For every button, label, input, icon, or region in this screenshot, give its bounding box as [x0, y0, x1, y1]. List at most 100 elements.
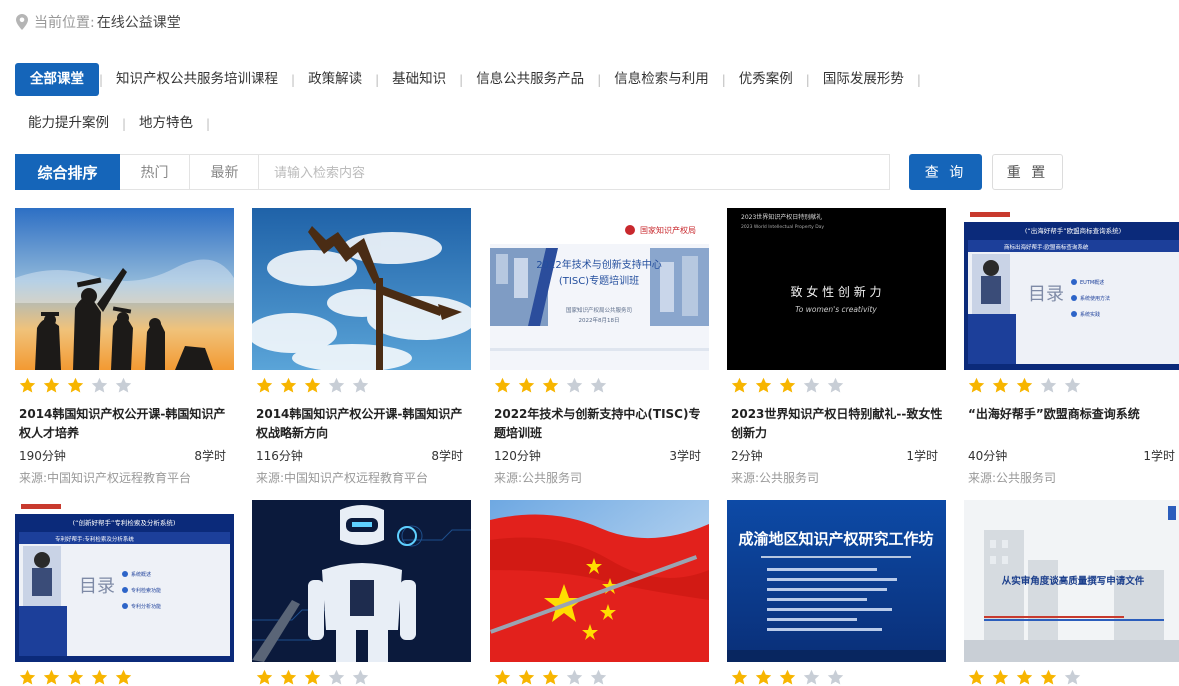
- course-card[interactable]: 2023世界知识产权日特别献礼 2023 World Intellectual …: [727, 208, 946, 486]
- query-button[interactable]: 查 询: [909, 154, 982, 190]
- star-empty-icon: [115, 377, 132, 393]
- course-hours: 1学时: [906, 449, 938, 463]
- course-card[interactable]: 从实审角度谈高质量撰写申请文件: [964, 500, 1179, 686]
- breadcrumb-current[interactable]: 在线公益课堂: [97, 12, 181, 32]
- course-thumbnail[interactable]: [490, 500, 709, 662]
- svg-text:致 女 性 创 新 力: 致 女 性 创 新 力: [790, 284, 881, 299]
- rating-stars: [727, 669, 946, 686]
- star-filled-icon: [67, 377, 84, 393]
- star-filled-icon: [280, 669, 297, 685]
- svg-text:To women's creativity: To women's creativity: [795, 305, 877, 314]
- course-thumbnail[interactable]: (“创新好帮手”专利检索及分析系统) 专利好帮手:专利检索及分析系统 目录 系统…: [15, 500, 234, 662]
- star-filled-icon: [67, 669, 84, 685]
- reset-button[interactable]: 重 置: [992, 154, 1063, 190]
- star-filled-icon: [992, 669, 1009, 685]
- sort-tab[interactable]: 热门: [120, 154, 190, 190]
- svg-text:EUTM概述: EUTM概述: [1080, 279, 1104, 286]
- course-title[interactable]: 2014韩国知识产权公开课-韩国知识产权人才培养: [15, 405, 234, 443]
- course-thumbnail[interactable]: [252, 208, 471, 370]
- star-empty-icon: [352, 669, 369, 685]
- course-thumbnail[interactable]: (“出海好帮手”欧盟商标查询系统) 商标出海好帮手:欧盟商标查询系统 目录 EU…: [964, 208, 1179, 370]
- course-card[interactable]: 2014韩国知识产权公开课-韩国知识产权人才培养 190分钟 8学时 来源:中国知识产…: [15, 208, 234, 486]
- svg-text:国家知识产权局: 国家知识产权局: [640, 225, 696, 235]
- star-filled-icon: [1016, 377, 1033, 393]
- star-filled-icon: [43, 669, 60, 685]
- course-card[interactable]: (“创新好帮手”专利检索及分析系统) 专利好帮手:专利检索及分析系统 目录 系统…: [15, 500, 234, 686]
- course-thumbnail[interactable]: 2023世界知识产权日特别献礼 2023 World Intellectual …: [727, 208, 946, 370]
- course-thumbnail[interactable]: 国家知识产权局 2022年技术与创新支持中心 (TISC)专题培训班 国家知识产…: [490, 208, 709, 370]
- course-thumbnail[interactable]: 从实审角度谈高质量撰写申请文件: [964, 500, 1179, 662]
- course-card[interactable]: (“出海好帮手”欧盟商标查询系统) 商标出海好帮手:欧盟商标查询系统 目录 EU…: [964, 208, 1179, 486]
- category-filter: 全部课堂 | 知识产权公共服务培训课程 | 政策解读 | 基础知识 | 信息公共服务产品 | 信息检…: [15, 63, 1075, 140]
- course-card[interactable]: [252, 500, 471, 686]
- star-empty-icon: [803, 669, 820, 685]
- category-tab[interactable]: 全部课堂: [15, 63, 99, 96]
- star-filled-icon: [779, 669, 796, 685]
- star-filled-icon: [731, 669, 748, 685]
- svg-text:2022年技术与创新支持中心: 2022年技术与创新支持中心: [536, 258, 661, 271]
- category-tab[interactable]: 信息检索与利用: [601, 63, 722, 96]
- course-card[interactable]: 成渝地区知识产权研究工作坊: [727, 500, 946, 686]
- category-tab[interactable]: 国际发展形势: [810, 63, 917, 96]
- star-filled-icon: [304, 377, 321, 393]
- course-thumbnail[interactable]: [15, 208, 234, 370]
- rating-stars: [252, 377, 471, 397]
- star-empty-icon: [827, 377, 844, 393]
- star-filled-icon: [494, 377, 511, 393]
- star-empty-icon: [566, 377, 583, 393]
- star-empty-icon: [827, 669, 844, 685]
- course-meta: 120分钟 3学时: [490, 447, 709, 464]
- course-hours: 1学时: [1143, 449, 1175, 463]
- star-empty-icon: [1040, 377, 1057, 393]
- category-tab[interactable]: 政策解读: [295, 63, 375, 96]
- rating-stars: [490, 669, 709, 686]
- star-empty-icon: [1064, 377, 1081, 393]
- rating-stars: [15, 669, 234, 686]
- star-empty-icon: [590, 669, 607, 685]
- course-card[interactable]: 国家知识产权局 2022年技术与创新支持中心 (TISC)专题培训班 国家知识产…: [490, 208, 709, 486]
- star-filled-icon: [19, 377, 36, 393]
- star-filled-icon: [968, 669, 985, 685]
- svg-text:从实审角度谈高质量撰写申请文件: 从实审角度谈高质量撰写申请文件: [1002, 575, 1145, 587]
- category-tab[interactable]: 能力提升案例: [15, 107, 122, 140]
- search-input[interactable]: [258, 154, 890, 190]
- star-empty-icon: [590, 377, 607, 393]
- sort-tab[interactable]: 综合排序: [15, 154, 120, 190]
- category-tab[interactable]: 优秀案例: [726, 63, 806, 96]
- category-tab[interactable]: 信息公共服务产品: [463, 63, 597, 96]
- course-thumbnail[interactable]: [252, 500, 471, 662]
- course-title[interactable]: 2022年技术与创新支持中心(TISC)专题培训班: [490, 405, 709, 443]
- sort-tab[interactable]: 最新: [190, 154, 260, 190]
- star-filled-icon: [1016, 669, 1033, 685]
- star-filled-icon: [755, 669, 772, 685]
- course-title[interactable]: 2023世界知识产权日特别献礼--致女性创新力: [727, 405, 946, 443]
- course-title[interactable]: “出海好帮手”欧盟商标查询系统: [964, 405, 1179, 443]
- course-source: 来源:公共服务司: [968, 471, 1057, 485]
- svg-text:目录: 目录: [1028, 284, 1064, 305]
- category-tab[interactable]: 地方特色: [126, 107, 206, 140]
- svg-text:系统使用方法: 系统使用方法: [1080, 295, 1110, 302]
- star-empty-icon: [91, 377, 108, 393]
- course-duration: 40分钟: [968, 449, 1008, 463]
- category-separator: |: [916, 72, 921, 87]
- rating-stars: [15, 377, 234, 397]
- course-card[interactable]: [490, 500, 709, 686]
- svg-text:成渝地区知识产权研究工作坊: 成渝地区知识产权研究工作坊: [738, 530, 933, 548]
- course-title[interactable]: 2014韩国知识产权公开课-韩国知识产权战略新方向: [252, 405, 471, 443]
- category-tab[interactable]: 知识产权公共服务培训课程: [103, 63, 291, 96]
- course-duration: 190分钟: [19, 449, 66, 463]
- star-filled-icon: [256, 377, 273, 393]
- star-empty-icon: [1064, 669, 1081, 685]
- star-filled-icon: [280, 377, 297, 393]
- star-empty-icon: [328, 669, 345, 685]
- star-filled-icon: [91, 669, 108, 685]
- course-card[interactable]: 2014韩国知识产权公开课-韩国知识产权战略新方向 116分钟 8学时 来源:中国知识…: [252, 208, 471, 486]
- course-source: 来源:公共服务司: [494, 471, 583, 485]
- star-filled-icon: [992, 377, 1009, 393]
- course-thumbnail[interactable]: 成渝地区知识产权研究工作坊: [727, 500, 946, 662]
- star-filled-icon: [968, 377, 985, 393]
- star-filled-icon: [518, 377, 535, 393]
- svg-text:(“创新好帮手”专利检索及分析系统): (“创新好帮手”专利检索及分析系统): [73, 518, 176, 527]
- category-tab[interactable]: 基础知识: [379, 63, 459, 96]
- star-filled-icon: [731, 377, 748, 393]
